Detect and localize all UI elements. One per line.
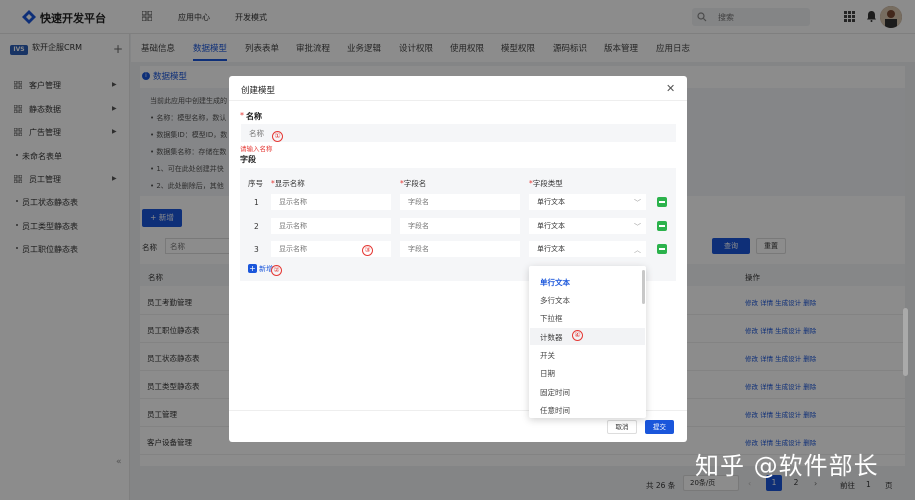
- field-type-select[interactable]: 单行文本: [529, 241, 646, 257]
- field-row-number: 3: [254, 245, 259, 254]
- required-star: *: [240, 111, 244, 120]
- col-no: 序号: [248, 179, 263, 188]
- dropdown-option[interactable]: 固定时间: [540, 387, 570, 398]
- dialog-title: 创建模型: [241, 86, 276, 96]
- display-name-input[interactable]: [271, 241, 391, 257]
- field-name-input[interactable]: [400, 194, 520, 210]
- col-field-name: *字段名: [400, 179, 427, 188]
- field-row-number: 2: [254, 222, 259, 231]
- remove-field-icon[interactable]: [657, 244, 667, 254]
- col-field-type: *字段类型: [529, 179, 563, 188]
- remove-field-icon[interactable]: [657, 197, 667, 207]
- chevron-down-icon: ﹀: [634, 223, 641, 231]
- submit-button[interactable]: 提交: [645, 420, 674, 434]
- close-icon[interactable]: ✕: [666, 82, 675, 95]
- field-type-select[interactable]: 单行文本: [529, 194, 646, 210]
- dropdown-option[interactable]: 日期: [540, 368, 555, 379]
- dropdown-option[interactable]: 多行文本: [540, 295, 570, 306]
- marker-1: ①: [272, 131, 283, 142]
- model-name-input[interactable]: [241, 124, 676, 142]
- field-name-input[interactable]: [400, 241, 520, 257]
- dropdown-scrollbar[interactable]: [642, 270, 645, 304]
- marker-2: ②: [271, 265, 282, 276]
- marker-3: ③: [362, 245, 373, 256]
- display-name-input[interactable]: [271, 218, 391, 234]
- display-name-input[interactable]: [271, 194, 391, 210]
- field-name-input[interactable]: [400, 218, 520, 234]
- dropdown-option[interactable]: 开关: [540, 350, 555, 361]
- col-display-name: *显示名称: [271, 179, 305, 188]
- chevron-down-icon: ﹀: [634, 199, 641, 207]
- dropdown-option[interactable]: 单行文本: [540, 277, 570, 288]
- watermark: 知乎 @软件部长: [695, 452, 879, 480]
- field-type-select[interactable]: 单行文本: [529, 218, 646, 234]
- cancel-button[interactable]: 取消: [607, 420, 637, 434]
- field-section-label: 字段: [240, 155, 256, 164]
- chevron-up-icon: ︿: [634, 246, 641, 254]
- remove-field-icon[interactable]: [657, 221, 667, 231]
- name-label: 名称: [246, 112, 262, 121]
- dropdown-option[interactable]: 下拉框: [540, 313, 563, 324]
- dialog-divider: [229, 100, 687, 101]
- dropdown-option[interactable]: 任意时间: [540, 405, 570, 416]
- page-scrollbar[interactable]: [903, 308, 908, 376]
- dropdown-option[interactable]: 计数器: [540, 332, 563, 343]
- add-field-icon[interactable]: +: [248, 264, 257, 273]
- marker-4: ④: [572, 330, 583, 341]
- name-error-text: 请输入名称: [240, 145, 273, 153]
- field-row-number: 1: [254, 198, 259, 207]
